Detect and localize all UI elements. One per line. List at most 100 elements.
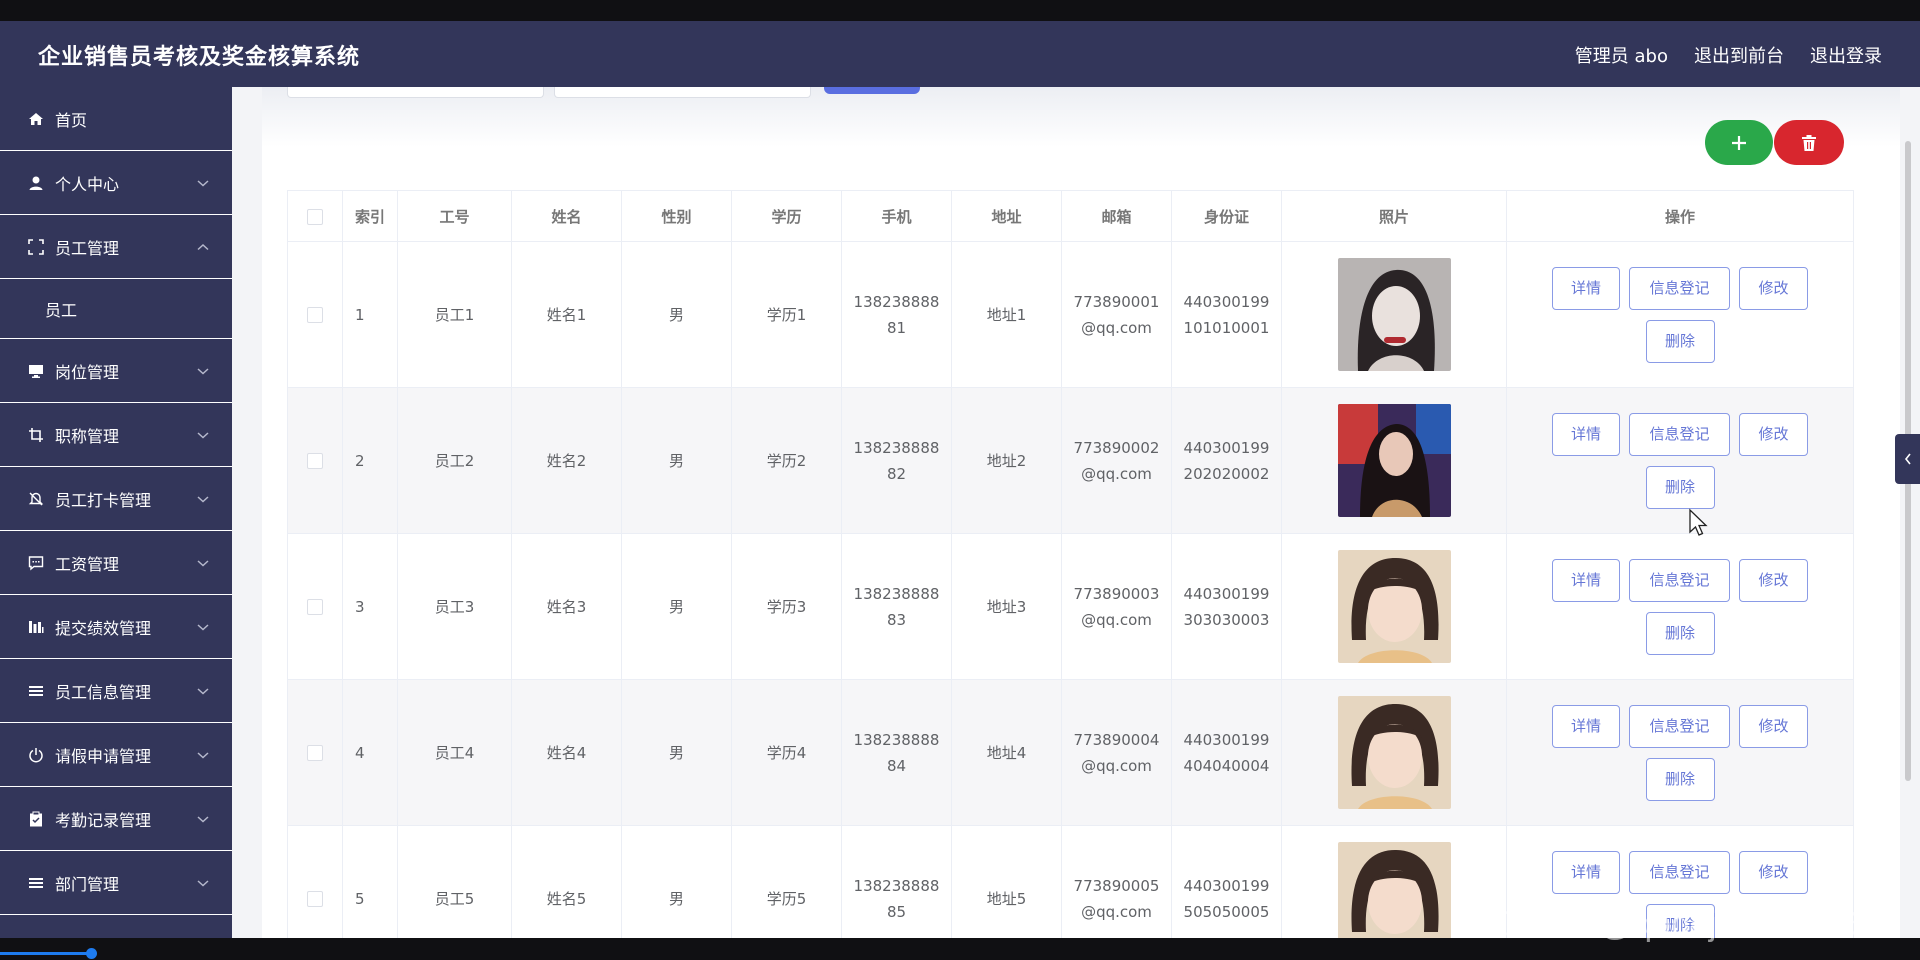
edit-button[interactable]: 修改 xyxy=(1739,704,1808,748)
sidebar-item-label: 首页 xyxy=(55,110,88,130)
id-line-2: 101010001 xyxy=(1183,318,1270,337)
detail-button[interactable]: 详情 xyxy=(1552,704,1620,748)
row-checkbox[interactable] xyxy=(307,745,323,761)
sidebar-item-label: 部门管理 xyxy=(55,874,120,894)
cell-address: 地址2 xyxy=(951,387,1062,534)
detail-button[interactable]: 详情 xyxy=(1552,412,1620,456)
cell-index: 4 xyxy=(342,679,398,826)
row-checkbox-cell xyxy=(287,679,343,826)
email-line-1: 773890005 xyxy=(1073,876,1160,895)
logout-link[interactable]: 退出登录 xyxy=(1810,42,1882,68)
id-line-2: 404040004 xyxy=(1183,756,1270,775)
info-register-button[interactable]: 信息登记 xyxy=(1629,850,1730,894)
id-line-1: 440300199 xyxy=(1183,292,1270,311)
detail-button[interactable]: 详情 xyxy=(1552,266,1620,310)
employee-photo[interactable] xyxy=(1337,696,1451,809)
info-register-button[interactable]: 信息登记 xyxy=(1629,266,1730,310)
cell-gender: 男 xyxy=(621,241,732,388)
header-actions: 管理员 abo 退出到前台 退出登录 xyxy=(1575,42,1882,68)
plus-icon xyxy=(1732,135,1746,150)
phone-line-2: 84 xyxy=(886,756,907,775)
id-line-2: 202020002 xyxy=(1183,464,1270,483)
delete-button[interactable]: 删除 xyxy=(1645,319,1715,363)
sidebar-item-leave-management[interactable]: 请假申请管理 xyxy=(0,723,232,787)
sidebar-item-attendance-management[interactable]: 考勤记录管理 xyxy=(0,787,232,851)
chevron-down-icon xyxy=(197,815,209,823)
sidebar-item-position-management[interactable]: 岗位管理 xyxy=(0,339,232,403)
sidebar-subitem-employee[interactable]: 员工 xyxy=(0,279,232,339)
edit-button[interactable]: 修改 xyxy=(1739,850,1808,894)
cell-address: 地址1 xyxy=(951,241,1062,388)
cell-email: 773890001 @qq.com xyxy=(1061,241,1172,388)
employee-photo[interactable] xyxy=(1337,404,1451,517)
sidebar-item-employee-info-management[interactable]: 员工信息管理 xyxy=(0,659,232,723)
sidebar-item-salary-management[interactable]: 工资管理 xyxy=(0,531,232,595)
edit-button[interactable]: 修改 xyxy=(1739,266,1808,310)
crop-icon xyxy=(27,426,45,444)
cell-gender: 男 xyxy=(621,533,732,680)
row-checkbox[interactable] xyxy=(307,453,323,469)
row-checkbox[interactable] xyxy=(307,307,323,323)
column-header: 姓名 xyxy=(511,190,622,242)
edit-button[interactable]: 修改 xyxy=(1739,412,1808,456)
delete-button[interactable]: 删除 xyxy=(1645,465,1715,509)
cell-photo xyxy=(1281,241,1507,388)
column-header: 邮箱 xyxy=(1061,190,1172,242)
add-button[interactable] xyxy=(1705,120,1773,165)
video-progress-bar[interactable] xyxy=(0,952,92,955)
employee-photo[interactable] xyxy=(1337,550,1451,663)
cell-photo xyxy=(1281,387,1507,534)
batch-delete-button[interactable] xyxy=(1774,120,1844,165)
employee-photo[interactable] xyxy=(1337,258,1451,371)
cell-actions: 详情 信息登记 修改 删除 xyxy=(1506,533,1854,680)
sidebar-item-employee-management[interactable]: 员工管理 xyxy=(0,215,232,279)
id-line-1: 440300199 xyxy=(1183,730,1270,749)
video-progress-handle[interactable] xyxy=(86,948,97,959)
sidebar-item-department-management[interactable]: 部门管理 xyxy=(0,851,232,915)
search-input[interactable] xyxy=(287,87,544,98)
sidebar-item-clockin-management[interactable]: 员工打卡管理 xyxy=(0,467,232,531)
info-register-button[interactable]: 信息登记 xyxy=(1629,558,1730,602)
sidebar-item-performance-management[interactable]: 提交绩效管理 xyxy=(0,595,232,659)
search-input[interactable] xyxy=(554,87,811,98)
row-checkbox[interactable] xyxy=(307,599,323,615)
edit-button[interactable]: 修改 xyxy=(1739,558,1808,602)
watermark: CSDN @qodejava666666 xyxy=(1493,905,1885,943)
id-line-2: 505050005 xyxy=(1183,902,1270,921)
cell-photo xyxy=(1281,825,1507,938)
phone-line-1: 138238888 xyxy=(853,438,940,457)
email-line-1: 773890001 xyxy=(1073,292,1160,311)
delete-button[interactable]: 删除 xyxy=(1645,611,1715,655)
column-header: 工号 xyxy=(397,190,512,242)
sidebar-item-personal-center[interactable]: 个人中心 xyxy=(0,151,232,215)
row-checkbox-cell xyxy=(287,241,343,388)
detail-button[interactable]: 详情 xyxy=(1552,558,1620,602)
sidebar-item-title-management[interactable]: 职称管理 xyxy=(0,403,232,467)
info-register-button[interactable]: 信息登记 xyxy=(1629,412,1730,456)
column-header: 性别 xyxy=(621,190,732,242)
sidebar-item-label: 工资管理 xyxy=(55,554,120,574)
select-all-checkbox[interactable] xyxy=(307,208,323,225)
detail-button[interactable]: 详情 xyxy=(1552,850,1620,894)
delete-button[interactable]: 删除 xyxy=(1645,757,1715,801)
sidebar-item-label: 提交绩效管理 xyxy=(55,618,152,638)
chevron-down-icon xyxy=(197,367,209,375)
cell-actions: 详情 信息登记 修改 删除 xyxy=(1506,387,1854,534)
cell-photo xyxy=(1281,679,1507,826)
email-line-1: 773890004 xyxy=(1073,730,1160,749)
email-line-2: @qq.com xyxy=(1081,756,1152,775)
side-panel-toggle[interactable] xyxy=(1895,434,1920,484)
column-header: 学历 xyxy=(731,190,842,242)
email-line-2: @qq.com xyxy=(1081,902,1152,921)
id-line-1: 440300199 xyxy=(1183,876,1270,895)
main-content: 索引 工号 姓名 性别 学历 手机 地址 邮箱 身份证 照片 操作 1 员工1 … xyxy=(262,87,1900,938)
info-register-button[interactable]: 信息登记 xyxy=(1629,704,1730,748)
row-checkbox[interactable] xyxy=(307,891,323,907)
bell-off-icon xyxy=(27,490,45,508)
exit-to-front-link[interactable]: 退出到前台 xyxy=(1694,42,1784,68)
sidebar-item-home[interactable]: 首页 xyxy=(0,87,232,151)
search-button[interactable] xyxy=(824,87,920,94)
column-header: 索引 xyxy=(342,190,398,242)
cell-name: 姓名4 xyxy=(511,679,622,826)
employee-photo[interactable] xyxy=(1337,842,1451,938)
